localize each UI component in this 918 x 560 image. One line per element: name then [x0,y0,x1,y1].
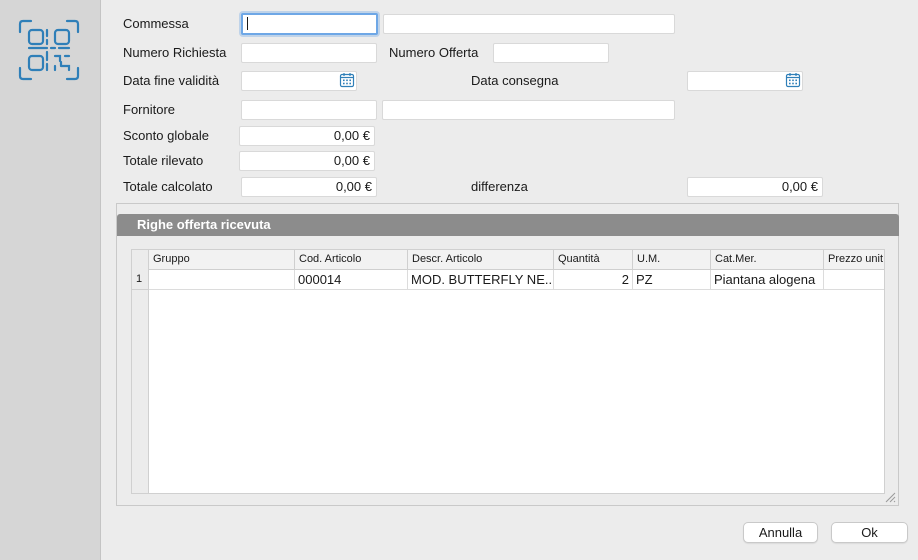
calendar-icon[interactable] [785,72,801,88]
column-header-descr-articolo[interactable]: Descr. Articolo [408,250,554,270]
annulla-button[interactable]: Annulla [743,522,818,543]
data-consegna-label: Data consegna [471,73,559,88]
table-cell-descr-articolo[interactable]: MOD. BUTTERFLY NE... [408,270,554,290]
commessa-description-field[interactable] [383,14,675,34]
differenza-field: 0,00 € [687,177,823,197]
column-header-gruppo[interactable]: Gruppo [149,250,295,270]
column-header-prezzo-unit[interactable]: Prezzo unit [824,250,884,270]
ok-button[interactable]: Ok [831,522,908,543]
sconto-globale-input[interactable]: 0,00 € [239,126,375,146]
totale-rilevato-label: Totale rilevato [123,153,204,168]
commessa-input[interactable] [241,13,378,35]
numero-offerta-label: Numero Offerta [389,45,479,60]
table-cell-quantita[interactable]: 2 [554,270,633,290]
calendar-icon[interactable] [339,72,355,88]
differenza-label: differenza [471,179,528,194]
righe-offerta-panel: Righe offerta ricevuta Gruppo Cod. Artic… [116,203,899,506]
table-cell-um[interactable]: PZ [633,270,711,290]
righe-offerta-table[interactable]: Gruppo Cod. Articolo Descr. Articolo Qua… [131,249,885,494]
data-fine-validita-label: Data fine validità [123,73,220,88]
totale-calcolato-field: 0,00 € [241,177,377,197]
column-header-cod-articolo[interactable]: Cod. Articolo [295,250,408,270]
main-form: Commessa Numero Richiesta Numero Offerta… [101,0,918,560]
resize-grip-icon[interactable] [884,491,896,503]
sconto-globale-label: Sconto globale [123,128,210,143]
fornitore-input[interactable] [241,100,377,120]
numero-offerta-input[interactable] [493,43,609,63]
column-header-um[interactable]: U.M. [633,250,711,270]
commessa-label: Commessa [123,16,189,31]
fornitore-label: Fornitore [123,102,176,117]
numero-richiesta-label: Numero Richiesta [123,45,227,60]
table-cell-cat-mer[interactable]: Piantana alogena [711,270,824,290]
fornitore-description-field[interactable] [382,100,675,120]
table-cell-cod-articolo[interactable]: 000014 [295,270,408,290]
column-header-quantita[interactable]: Quantità [554,250,633,270]
text-caret [247,17,248,30]
column-header-cat-mer[interactable]: Cat.Mer. [711,250,824,270]
panel-title: Righe offerta ricevuta [117,214,899,236]
qr-code-scan-icon[interactable] [17,18,81,82]
totale-calcolato-label: Totale calcolato [123,179,213,194]
table-cell-gruppo[interactable] [149,270,295,290]
sidebar [0,0,101,560]
totale-rilevato-input[interactable]: 0,00 € [239,151,375,171]
table-cell-prezzo-unit[interactable] [824,270,884,290]
row-number[interactable]: 1 [132,270,149,290]
numero-richiesta-input[interactable] [241,43,377,63]
